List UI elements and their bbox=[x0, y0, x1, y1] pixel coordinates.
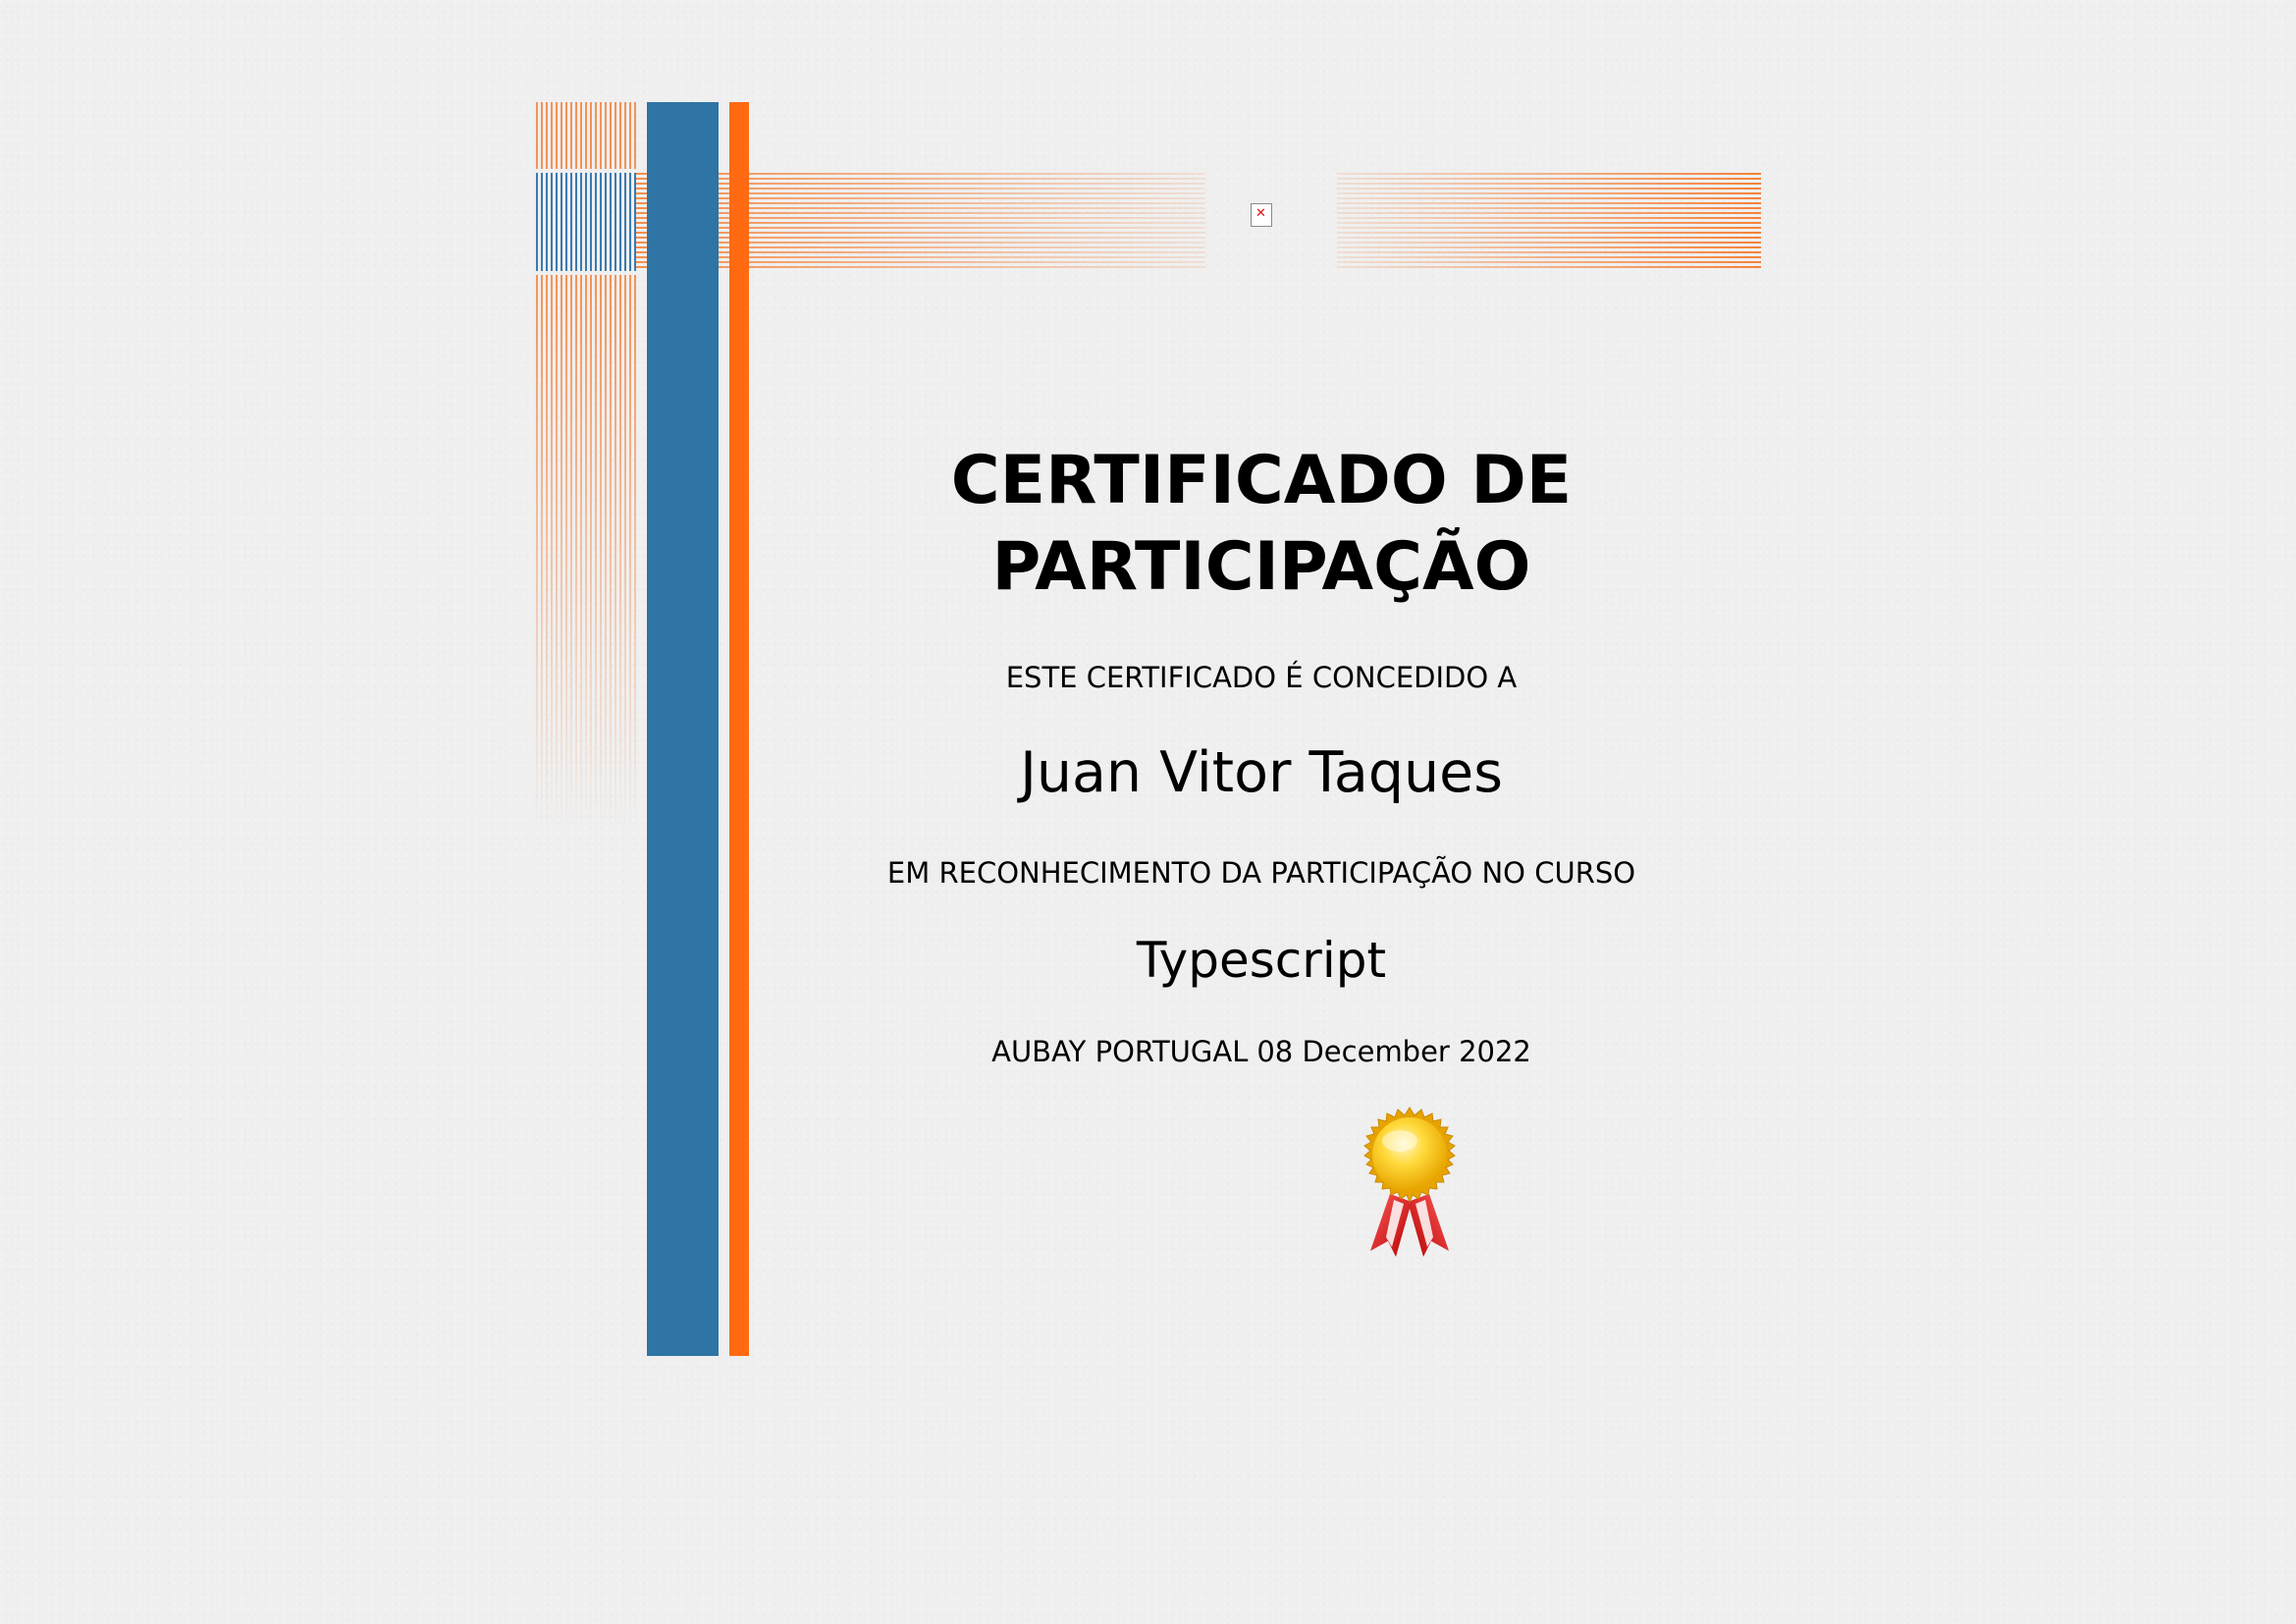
decorative-band-top-right bbox=[1337, 173, 1761, 271]
decorative-band-top-left bbox=[636, 173, 1205, 271]
decorative-stripes-blue bbox=[536, 173, 636, 271]
course-name: Typescript bbox=[1136, 932, 1387, 989]
granted-to-label: ESTE CERTIFICADO É CONCEDIDO A bbox=[1005, 661, 1518, 694]
issuer-date-line: AUBAY PORTUGAL 08 December 2022 bbox=[825, 1034, 1698, 1069]
certificate-title-line-2: PARTICIPAÇÃO bbox=[991, 528, 1531, 606]
certificate-title-line-1: CERTIFICADO DE bbox=[950, 442, 1573, 519]
recipient-name: Juan Vitor Taques bbox=[1020, 740, 1503, 805]
recognition-label: EM RECONHECIMENTO DA PARTICIPAÇÃO NO CUR… bbox=[886, 856, 1636, 890]
vertical-bar-orange bbox=[729, 102, 749, 1356]
decorative-stripes-left-fade bbox=[536, 275, 636, 830]
issue-date: 08 December 2022 bbox=[1256, 1035, 1531, 1068]
broken-image-icon bbox=[1251, 203, 1272, 227]
vertical-bar-blue bbox=[647, 102, 719, 1356]
certificate-title: CERTIFICADO DE PARTICIPAÇÃO bbox=[825, 438, 1698, 611]
award-seal-icon bbox=[1363, 1107, 1456, 1257]
issuer-name: AUBAY PORTUGAL bbox=[991, 1035, 1249, 1068]
decorative-stripes-top-left bbox=[536, 102, 636, 169]
